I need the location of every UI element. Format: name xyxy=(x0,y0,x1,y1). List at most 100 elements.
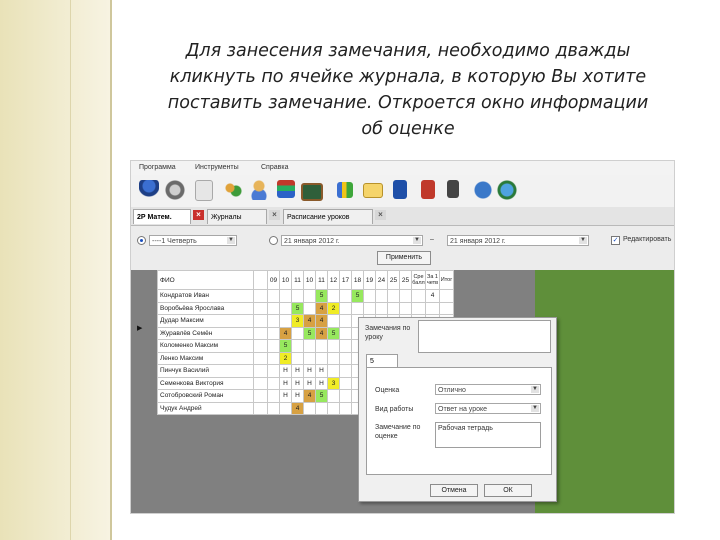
grade-cell[interactable] xyxy=(327,364,340,378)
grade-cell[interactable] xyxy=(375,301,388,315)
student-name-cell[interactable]: Кондратов Иван xyxy=(157,289,254,303)
grade-cell[interactable] xyxy=(267,389,280,403)
student-name-cell[interactable]: Ленко Максим xyxy=(157,351,254,365)
teacher-icon[interactable] xyxy=(249,180,269,200)
grade-cell[interactable] xyxy=(253,389,268,403)
work-type-select[interactable]: Ответ на уроке ▼ xyxy=(435,403,541,414)
tab-grade[interactable]: 5 xyxy=(366,354,398,368)
grade-cell[interactable] xyxy=(303,301,316,315)
grade-cell[interactable] xyxy=(253,301,268,315)
envelope-icon[interactable] xyxy=(363,183,383,198)
red-book-icon[interactable] xyxy=(421,180,435,199)
date-column-header[interactable]: 25 xyxy=(399,270,412,290)
grade-cell[interactable] xyxy=(253,364,268,378)
grade-select[interactable]: Отлично ▼ xyxy=(435,384,541,395)
grade-cell[interactable]: 5 xyxy=(279,339,292,353)
date-from-picker[interactable]: 21 января 2012 г. ▼ xyxy=(281,235,423,246)
grade-cell[interactable]: Н xyxy=(279,376,292,390)
grade-cell[interactable] xyxy=(327,314,340,328)
student-name-cell[interactable]: Пинчук Василий xyxy=(157,364,254,378)
grade-cell[interactable] xyxy=(315,339,328,353)
grade-cell[interactable]: Н xyxy=(291,376,304,390)
quarter-select[interactable]: ----1 Четверть ▼ xyxy=(149,235,237,246)
grade-cell[interactable] xyxy=(267,326,280,340)
grade-cell[interactable] xyxy=(339,401,352,415)
student-name-cell[interactable]: Коломенко Максим xyxy=(157,339,254,353)
date-column-header[interactable]: 10 xyxy=(279,270,292,290)
date-column-header[interactable]: 19 xyxy=(363,270,376,290)
grade-cell[interactable]: Н xyxy=(279,364,292,378)
grade-cell[interactable] xyxy=(291,351,304,365)
grade-cell[interactable] xyxy=(339,314,352,328)
close-tab-schedule-icon[interactable]: × xyxy=(375,210,386,220)
grade-cell[interactable] xyxy=(303,289,316,303)
grade-cell[interactable] xyxy=(267,289,280,303)
date-to-picker[interactable]: 21 января 2012 г. ▼ xyxy=(447,235,589,246)
grade-cell[interactable] xyxy=(267,301,280,315)
grade-cell[interactable] xyxy=(303,351,316,365)
grade-cell[interactable]: 4 xyxy=(291,401,304,415)
student-name-cell[interactable]: Дудар Максим xyxy=(157,314,254,328)
grade-cell[interactable]: 4 xyxy=(303,314,316,328)
grade-cell[interactable] xyxy=(279,401,292,415)
grade-cell[interactable] xyxy=(291,289,304,303)
grade-cell[interactable]: 5 xyxy=(315,289,328,303)
student-name-cell[interactable]: Воробьёва Ярослава xyxy=(157,301,254,315)
menu-tools[interactable]: Инструменты xyxy=(195,164,239,171)
grade-cell[interactable] xyxy=(253,289,268,303)
grade-cell[interactable]: Н xyxy=(315,376,328,390)
date-column-header[interactable]: 09 xyxy=(267,270,280,290)
grade-cell[interactable]: 5 xyxy=(327,326,340,340)
grade-cell[interactable] xyxy=(315,401,328,415)
grade-cell[interactable] xyxy=(387,289,400,303)
date-column-header[interactable]: 25 xyxy=(387,270,400,290)
grade-cell[interactable]: 4 xyxy=(279,326,292,340)
date-column-header[interactable]: 11 xyxy=(315,270,328,290)
settings-icon[interactable] xyxy=(473,180,493,200)
grade-cell[interactable] xyxy=(375,289,388,303)
date-column-header[interactable]: 18 xyxy=(351,270,364,290)
grade-cell[interactable]: 5 xyxy=(303,326,316,340)
grade-cell[interactable] xyxy=(253,351,268,365)
grade-note-field[interactable]: Рабочая тетрадь xyxy=(435,422,541,448)
tab-schedule[interactable]: Расписание уроков xyxy=(283,209,373,224)
grade-cell[interactable] xyxy=(267,314,280,328)
grade-cell[interactable]: 2 xyxy=(327,301,340,315)
grade-cell[interactable] xyxy=(279,289,292,303)
edit-checkbox[interactable]: ✓ xyxy=(611,236,620,245)
radio-quarter[interactable] xyxy=(137,236,146,245)
grade-cell[interactable] xyxy=(399,289,412,303)
grade-cell[interactable]: 5 xyxy=(351,289,364,303)
tab-journals[interactable]: Журналы xyxy=(207,209,267,224)
grade-cell[interactable] xyxy=(339,364,352,378)
grade-cell[interactable]: 4 xyxy=(315,326,328,340)
grade-cell[interactable] xyxy=(363,301,376,315)
grade-cell[interactable] xyxy=(253,401,268,415)
student-name-cell[interactable]: Чудук Андрей xyxy=(157,401,254,415)
grade-cell[interactable] xyxy=(363,289,376,303)
apply-button[interactable]: Применить xyxy=(377,251,431,265)
grade-cell[interactable]: 5 xyxy=(315,389,328,403)
close-tab-journals-icon[interactable]: × xyxy=(269,210,280,220)
user-icon[interactable] xyxy=(139,180,159,200)
globe-icon[interactable] xyxy=(497,180,517,200)
date-column-header[interactable]: 11 xyxy=(291,270,304,290)
grade-cell[interactable] xyxy=(315,351,328,365)
grade-cell[interactable] xyxy=(327,389,340,403)
grade-cell[interactable] xyxy=(267,376,280,390)
student-name-cell[interactable]: Журавлёв Семён xyxy=(157,326,254,340)
grade-cell[interactable]: Н xyxy=(279,389,292,403)
grade-cell[interactable] xyxy=(339,389,352,403)
grade-cell[interactable] xyxy=(279,301,292,315)
grade-cell[interactable] xyxy=(327,401,340,415)
grade-cell[interactable]: Н xyxy=(291,364,304,378)
document-icon[interactable] xyxy=(195,180,213,201)
blackboard-icon[interactable] xyxy=(301,183,323,201)
grade-cell[interactable] xyxy=(253,376,268,390)
grade-cell[interactable] xyxy=(339,351,352,365)
date-column-header[interactable]: 24 xyxy=(375,270,388,290)
grade-cell[interactable]: 2 xyxy=(279,351,292,365)
grade-cell[interactable] xyxy=(303,401,316,415)
menu-program[interactable]: Программа xyxy=(139,164,176,171)
grade-cell[interactable]: 3 xyxy=(291,314,304,328)
